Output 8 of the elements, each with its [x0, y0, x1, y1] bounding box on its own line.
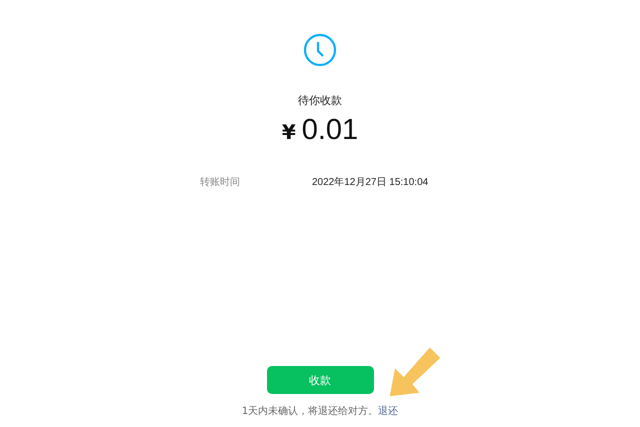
detail-label: 转账时间: [200, 176, 241, 189]
clock-icon: [303, 33, 337, 67]
return-link[interactable]: 退还: [378, 404, 398, 418]
detail-value: 2022年12月27日 15:10:04: [312, 176, 428, 189]
status-title: 待你收款: [298, 93, 342, 108]
currency-symbol: ¥: [282, 120, 296, 144]
amount-text: 0.01: [302, 114, 358, 147]
notice-text: 1天内未确认，将退还给对方。: [242, 404, 378, 418]
